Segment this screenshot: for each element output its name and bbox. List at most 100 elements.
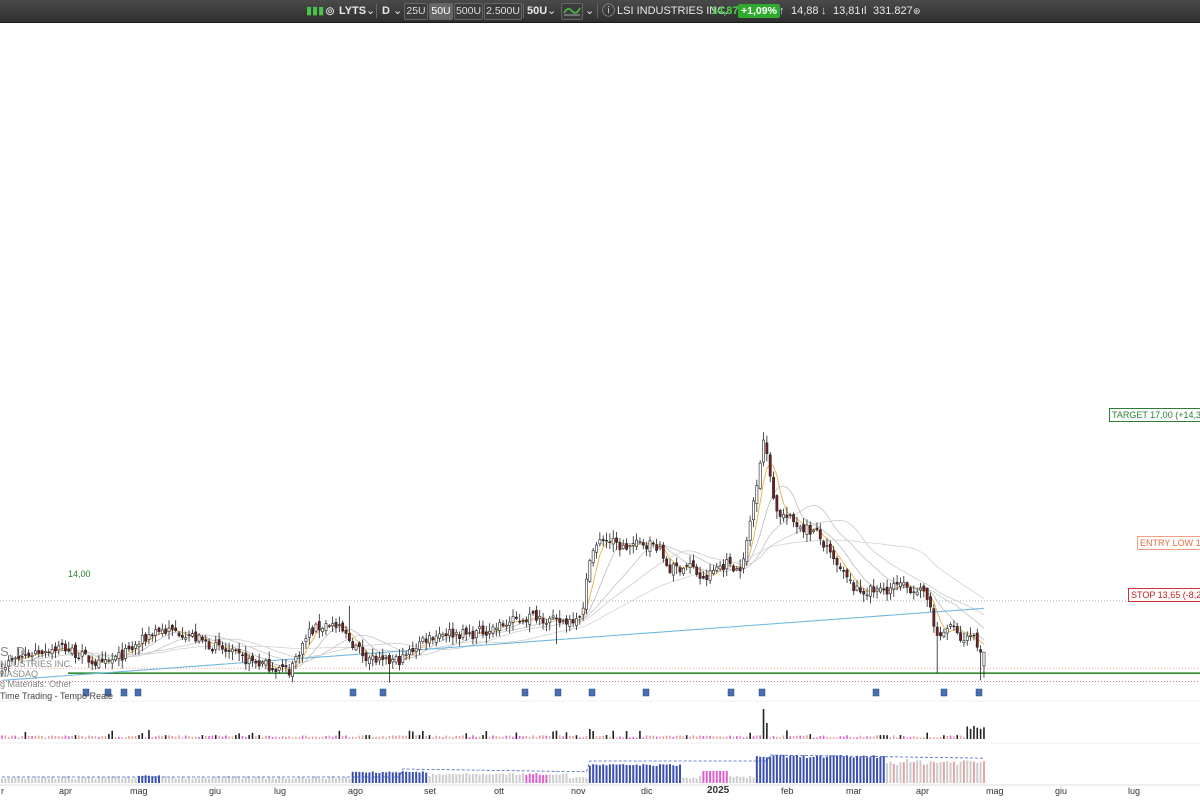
- candle: [832, 545, 836, 565]
- news-marker-body: [872, 688, 880, 697]
- range-2500u-button[interactable]: 2.500U: [484, 3, 522, 20]
- candle-body: [665, 558, 669, 566]
- candle: [772, 471, 775, 500]
- volume-bar: [325, 736, 327, 739]
- volume-bar: [305, 735, 307, 739]
- candle: [765, 435, 769, 462]
- histogram-bar: [585, 778, 588, 783]
- symbol-chevron-down-icon[interactable]: ⌄: [366, 0, 375, 22]
- histogram-bar: [782, 755, 785, 783]
- symbol-selector[interactable]: LYTS: [339, 0, 366, 22]
- candle-body: [461, 629, 465, 638]
- histogram-bar: [244, 776, 247, 783]
- candle-body: [909, 587, 912, 594]
- news-marker-icon[interactable]: [521, 688, 529, 697]
- news-marker-icon[interactable]: [975, 688, 983, 697]
- volume-bar: [548, 736, 551, 739]
- volume-bar: [211, 735, 214, 739]
- candle-body: [708, 570, 712, 581]
- volume-bar: [709, 736, 711, 739]
- candle-body: [932, 608, 936, 627]
- candle-body: [565, 618, 568, 625]
- candle: [538, 609, 542, 626]
- indicator-chevron-down-icon[interactable]: ⌄: [585, 0, 594, 22]
- news-marker-icon[interactable]: [349, 688, 357, 697]
- histogram-bar: [682, 777, 685, 783]
- volume-bar: [174, 736, 177, 739]
- watch-icon[interactable]: ⊚: [325, 0, 335, 22]
- candle-body: [120, 649, 124, 661]
- histogram-bar: [241, 778, 244, 783]
- volume-bar: [582, 736, 584, 739]
- candle: [398, 649, 401, 671]
- news-marker-icon[interactable]: [727, 688, 735, 697]
- candle-body: [401, 654, 405, 663]
- candle-body: [822, 541, 826, 548]
- histogram-bar: [181, 777, 184, 783]
- candle-body: [448, 629, 451, 637]
- histogram-bar: [251, 778, 254, 783]
- range-500u-button[interactable]: 500U: [454, 3, 483, 20]
- candle-body: [585, 578, 588, 610]
- volume-bar: [351, 736, 354, 739]
- candle: [244, 646, 248, 670]
- histogram-bar: [802, 755, 805, 783]
- candle-body: [137, 643, 141, 647]
- price-chart[interactable]: [0, 23, 1200, 786]
- settings-icon[interactable]: ⊛: [913, 0, 921, 22]
- histogram-bar: [982, 761, 985, 783]
- news-marker-icon[interactable]: [642, 688, 650, 697]
- histogram-bar: [191, 778, 194, 783]
- news-marker-icon[interactable]: [379, 688, 387, 697]
- histogram-bar: [769, 756, 772, 783]
- histogram-bar: [124, 776, 127, 783]
- histogram-bar: [979, 762, 982, 783]
- candle-body: [371, 655, 375, 660]
- month-label: apr: [916, 786, 930, 796]
- candle-body: [494, 627, 498, 630]
- month-label: feb: [781, 786, 794, 796]
- histogram-bar: [712, 771, 715, 783]
- news-marker-icon[interactable]: [940, 688, 948, 697]
- period-selector[interactable]: D: [382, 0, 390, 22]
- histogram-bar: [264, 778, 267, 783]
- indicator-wave-icon[interactable]: [561, 3, 583, 20]
- news-marker-icon[interactable]: [588, 688, 596, 697]
- candle-body: [685, 565, 689, 567]
- histogram-bar: [321, 778, 324, 783]
- news-marker-icon[interactable]: [872, 688, 880, 697]
- news-marker-icon[interactable]: [758, 688, 766, 697]
- volume-bar: [528, 737, 531, 739]
- bars-setting-selector[interactable]: 50U: [527, 0, 547, 22]
- entry-level-label[interactable]: ENTRY LOW 1: [1137, 536, 1200, 550]
- news-marker-icon[interactable]: [134, 688, 142, 697]
- stop-level-label[interactable]: STOP 13,65 (-8,2: [1128, 588, 1200, 602]
- range-50u-button[interactable]: 50U: [429, 3, 453, 20]
- candle-body: [114, 656, 117, 661]
- candle-body: [344, 629, 348, 634]
- volume-bar: [245, 736, 247, 739]
- range-25u-button[interactable]: 25U: [404, 3, 428, 20]
- period-chevron-down-icon[interactable]: ⌄: [393, 0, 402, 22]
- target-level-label[interactable]: TARGET 17,00 (+14,3: [1109, 408, 1200, 422]
- candle: [307, 621, 311, 645]
- histogram-bar: [121, 778, 124, 783]
- candle-body: [211, 649, 214, 652]
- news-marker-icon[interactable]: [120, 688, 128, 697]
- volume-bar: [348, 737, 351, 739]
- info-icon[interactable]: ⓘ: [602, 0, 615, 22]
- news-marker-icon[interactable]: [554, 688, 562, 697]
- candle: [241, 651, 244, 663]
- histogram-bar: [144, 775, 147, 783]
- candle: [635, 533, 639, 551]
- candle: [438, 626, 441, 642]
- histogram-bar: [645, 764, 648, 783]
- histogram-bar: [271, 778, 274, 783]
- volume-bar: [361, 735, 364, 739]
- volume-bar: [719, 736, 721, 739]
- bars-chevron-down-icon[interactable]: ⌄: [547, 0, 556, 22]
- histogram-bar: [208, 778, 211, 783]
- volume-bar: [669, 735, 671, 739]
- bars-icon[interactable]: ▮▮▮: [306, 0, 324, 22]
- candle-body: [284, 665, 288, 668]
